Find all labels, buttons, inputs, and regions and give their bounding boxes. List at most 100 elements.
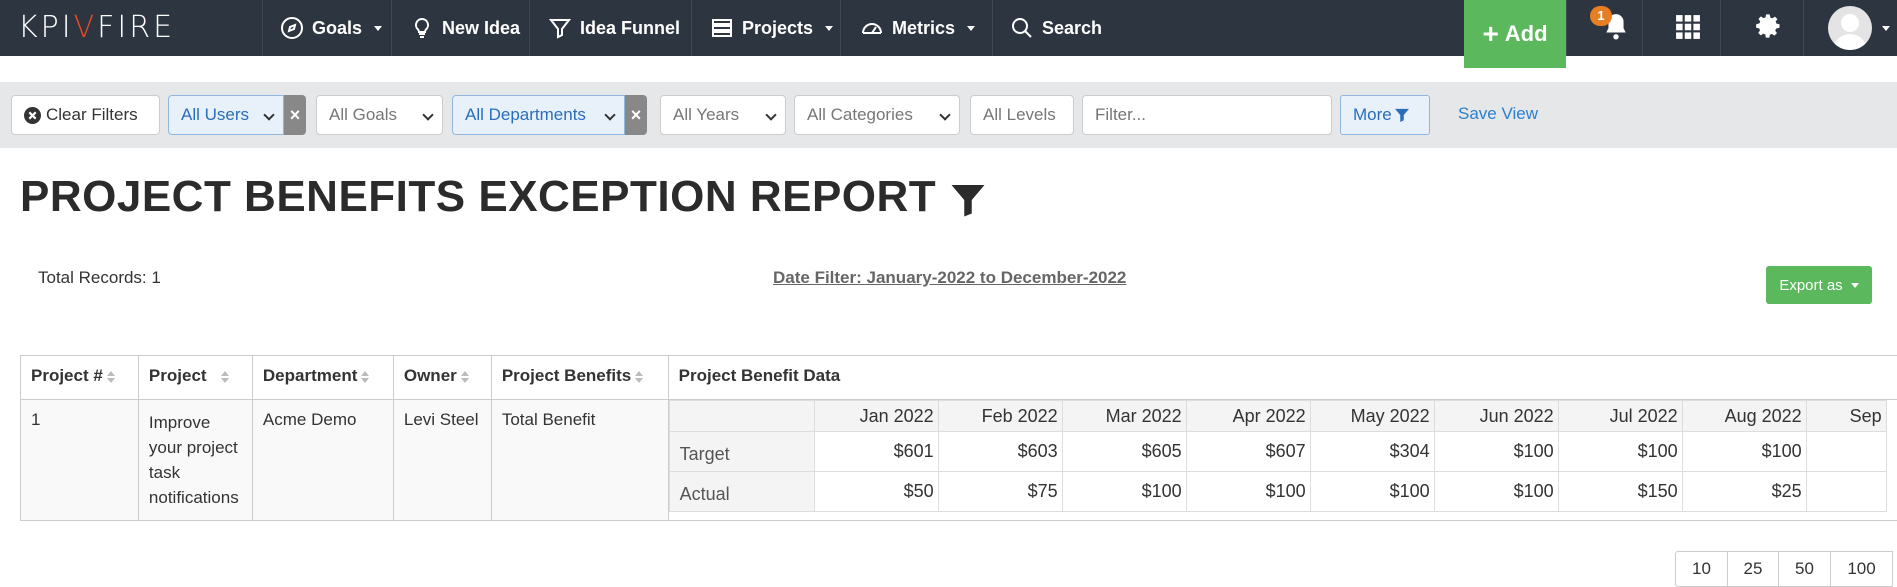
actual-value-cell: $75 [938,472,1062,512]
more-filters-button[interactable]: More [1340,95,1430,135]
nav-new-idea-label: New Idea [442,18,520,39]
nav-divider [840,0,841,56]
nav-new-idea[interactable]: New Idea [410,0,520,56]
chevron-down-icon [263,109,274,120]
col-project-number[interactable]: Project # [21,356,139,400]
sort-icon [107,371,115,383]
avatar[interactable] [1828,6,1872,50]
nav-divider [1720,0,1721,56]
filter-input[interactable] [1082,95,1332,135]
date-filter-label[interactable]: Date Filter: January-2022 to December-20… [773,268,1126,288]
chevron-down-icon [765,109,776,120]
sort-icon [221,371,229,383]
nav-metrics[interactable]: Metrics [860,0,975,56]
cell-project-name[interactable]: Improve your project task notifications [138,400,252,521]
gear-icon[interactable] [1755,12,1783,40]
kpifire-logo[interactable]: KPIVFIRE [18,10,175,45]
users-select-value: All Users [181,105,249,125]
actual-value-cell: $100 [1062,472,1186,512]
target-value-cell: $605 [1062,432,1186,472]
target-value-cell: $607 [1186,432,1310,472]
actual-value-cell: $100 [1434,472,1558,512]
col-benefit-data: Project Benefit Data [668,356,1897,400]
col-owner[interactable]: Owner [393,356,491,400]
chevron-down-icon [422,109,433,120]
levels-select[interactable]: All Levels [970,95,1074,135]
nav-divider [1803,0,1804,56]
nav-search[interactable]: Search [1010,0,1102,56]
benefit-data-table: Jan 2022Feb 2022Mar 2022Apr 2022May 2022… [669,400,1887,512]
years-select[interactable]: All Years [660,95,786,135]
nav-divider [262,0,263,56]
users-select[interactable]: All Users [168,95,284,135]
funnel-icon[interactable] [950,182,986,218]
nav-divider [691,0,692,56]
export-button[interactable]: Export as [1766,266,1872,304]
levels-select-value: All Levels [983,105,1056,125]
departments-select[interactable]: All Departments [452,95,625,135]
col-department[interactable]: Department [252,356,393,400]
export-button-label: Export as [1779,277,1842,294]
funnel-icon [548,16,572,40]
nav-idea-funnel[interactable]: Idea Funnel [548,0,680,56]
actual-value-cell: $100 [1186,472,1310,512]
page-size-25-button[interactable]: 25 [1727,551,1779,587]
compass-icon [280,16,304,40]
clear-filters-button[interactable]: Clear Filters [11,95,160,135]
cell-owner: Levi Steel [393,400,491,521]
gauge-icon [860,16,884,40]
table-row: 1 Improve your project task notification… [21,400,1897,521]
target-value-cell: $601 [814,432,938,472]
chevron-down-icon [939,109,950,120]
target-value-cell: $100 [1682,432,1806,472]
page-title: PROJECT BENEFITS EXCEPTION REPORT [20,172,936,222]
sort-icon [361,371,369,383]
categories-select[interactable]: All Categories [794,95,960,135]
apps-grid-icon[interactable] [1675,14,1701,40]
chevron-down-icon [1851,283,1859,288]
remove-users-filter-button[interactable]: × [284,95,306,135]
nav-projects[interactable]: Projects [710,0,833,56]
month-header-cell: Apr 2022 [1186,401,1310,432]
chevron-down-icon [967,26,975,31]
target-value-cell: $100 [1434,432,1558,472]
cell-project-number: 1 [21,400,139,521]
sort-icon [461,371,469,383]
chevron-down-icon [374,26,382,31]
month-header-cell: Aug 2022 [1682,401,1806,432]
years-select-value: All Years [673,105,739,125]
actual-label: Actual [669,472,814,512]
goals-select[interactable]: All Goals [316,95,443,135]
month-header-cell: Jul 2022 [1558,401,1682,432]
save-view-link[interactable]: Save View [1458,104,1538,124]
table-header-row: Project # Project Department Owner Proje… [21,356,1897,400]
add-button[interactable]: + Add [1464,0,1566,68]
page-size-50-button[interactable]: 50 [1778,551,1831,587]
month-header-cell: Jan 2022 [814,401,938,432]
chevron-down-icon[interactable] [1882,26,1890,31]
target-value-cell: $100 [1558,432,1682,472]
categories-select-value: All Categories [807,105,913,125]
funnel-icon [1395,108,1409,122]
actual-value-cell: $150 [1558,472,1682,512]
target-row: Target$601$603$605$607$304$100$100$100 [669,432,1886,472]
top-navbar: KPIVFIRE Goals New Idea Idea Funnel Proj… [0,0,1897,56]
goals-select-value: All Goals [329,105,397,125]
remove-departments-filter-button[interactable]: × [625,95,647,135]
page-size-100-button[interactable]: 100 [1830,551,1893,587]
actual-value-cell: $25 [1682,472,1806,512]
chevron-down-icon [825,26,833,31]
col-project[interactable]: Project [138,356,252,400]
nav-goals[interactable]: Goals [280,0,382,56]
departments-select-value: All Departments [465,105,586,125]
cell-benefits: Total Benefit [491,400,668,521]
nav-metrics-label: Metrics [892,18,955,39]
nav-idea-funnel-label: Idea Funnel [580,18,680,39]
page-size-10-button[interactable]: 10 [1675,551,1728,587]
month-header-blank [669,401,814,432]
target-value-cell: $304 [1310,432,1434,472]
col-project-benefits[interactable]: Project Benefits [491,356,668,400]
close-circle-icon [24,107,41,124]
month-header-cell: Feb 2022 [938,401,1062,432]
total-records: Total Records: 1 [38,268,161,288]
